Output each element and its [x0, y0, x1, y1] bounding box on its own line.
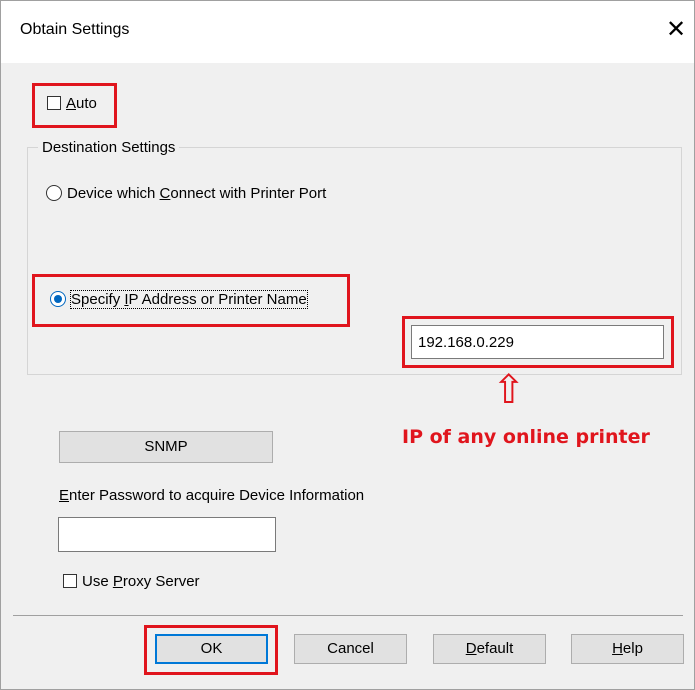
help-button[interactable]: Help	[571, 634, 684, 664]
radio-port-label-pre: Device which	[67, 185, 160, 202]
snmp-button[interactable]: SNMP	[59, 431, 273, 463]
proxy-label-post: roxy Server	[122, 573, 200, 590]
annotation-text: IP of any online printer	[402, 426, 650, 448]
help-mnemonic: H	[612, 640, 623, 657]
close-icon[interactable]: ✕	[661, 15, 691, 45]
window-title: Obtain Settings	[20, 21, 130, 38]
proxy-label-pre: Use	[82, 573, 113, 590]
highlight-auto	[32, 83, 117, 128]
title-bar: Obtain Settings ✕	[1, 1, 694, 63]
highlight-ok	[144, 625, 278, 675]
highlight-specify-ip	[32, 274, 350, 327]
radio-port-label-post: onnect with Printer Port	[170, 185, 327, 202]
highlight-ip-input	[402, 316, 674, 368]
password-input[interactable]	[58, 517, 276, 552]
default-label: efault	[476, 640, 514, 657]
proxy-label-mnemonic: P	[112, 573, 123, 590]
up-arrow-icon: ⇧	[492, 368, 526, 412]
radio-port-icon[interactable]	[46, 185, 62, 201]
password-label-mnemonic: E	[59, 487, 70, 504]
cancel-button[interactable]: Cancel	[294, 634, 407, 664]
help-label: elp	[622, 640, 643, 657]
use-proxy-checkbox[interactable]: Use Proxy Server	[63, 573, 200, 590]
radio-device-printer-port[interactable]: Device which Connect with Printer Port	[46, 185, 326, 202]
separator-line	[13, 615, 683, 616]
default-button[interactable]: Default	[433, 634, 546, 664]
obtain-settings-dialog: Obtain Settings ✕ Auto Destination Setti…	[0, 0, 695, 690]
password-label-text: nter Password to acquire Device Informat…	[69, 487, 365, 504]
password-label: Enter Password to acquire Device Informa…	[59, 487, 364, 504]
radio-port-label-mnemonic: C	[159, 185, 171, 202]
proxy-checkbox-box[interactable]	[63, 574, 77, 588]
default-mnemonic: D	[465, 640, 477, 657]
destination-settings-label: Destination Settings	[38, 139, 180, 156]
